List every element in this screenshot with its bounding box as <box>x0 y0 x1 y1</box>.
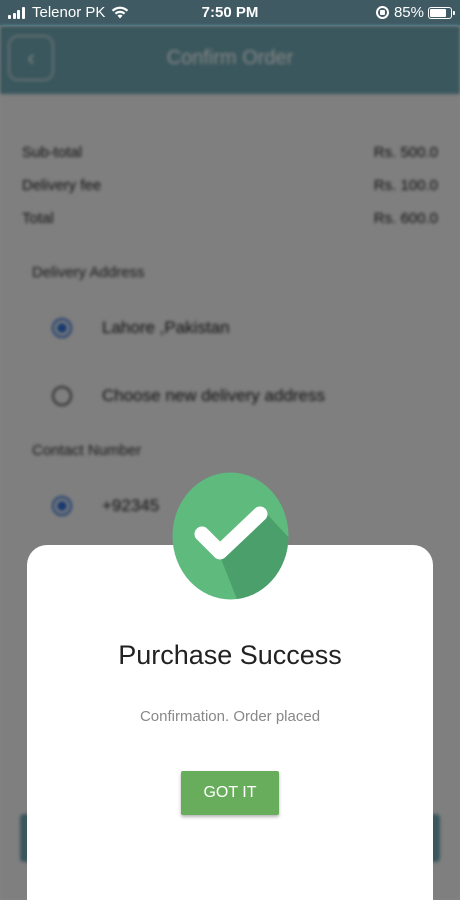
rotation-lock-icon <box>375 6 389 19</box>
battery-percent: 85% <box>393 4 424 21</box>
got-it-button[interactable]: GOT IT <box>181 771 279 815</box>
dialog-message: Confirmation. Order placed <box>139 708 321 725</box>
status-bar: Telenor PK 7:50 PM 85% <box>0 0 460 26</box>
battery-icon <box>428 6 455 19</box>
dialog-title: Purchase Success <box>118 640 342 670</box>
status-right: 85% <box>375 4 455 21</box>
check-icon <box>172 472 289 600</box>
